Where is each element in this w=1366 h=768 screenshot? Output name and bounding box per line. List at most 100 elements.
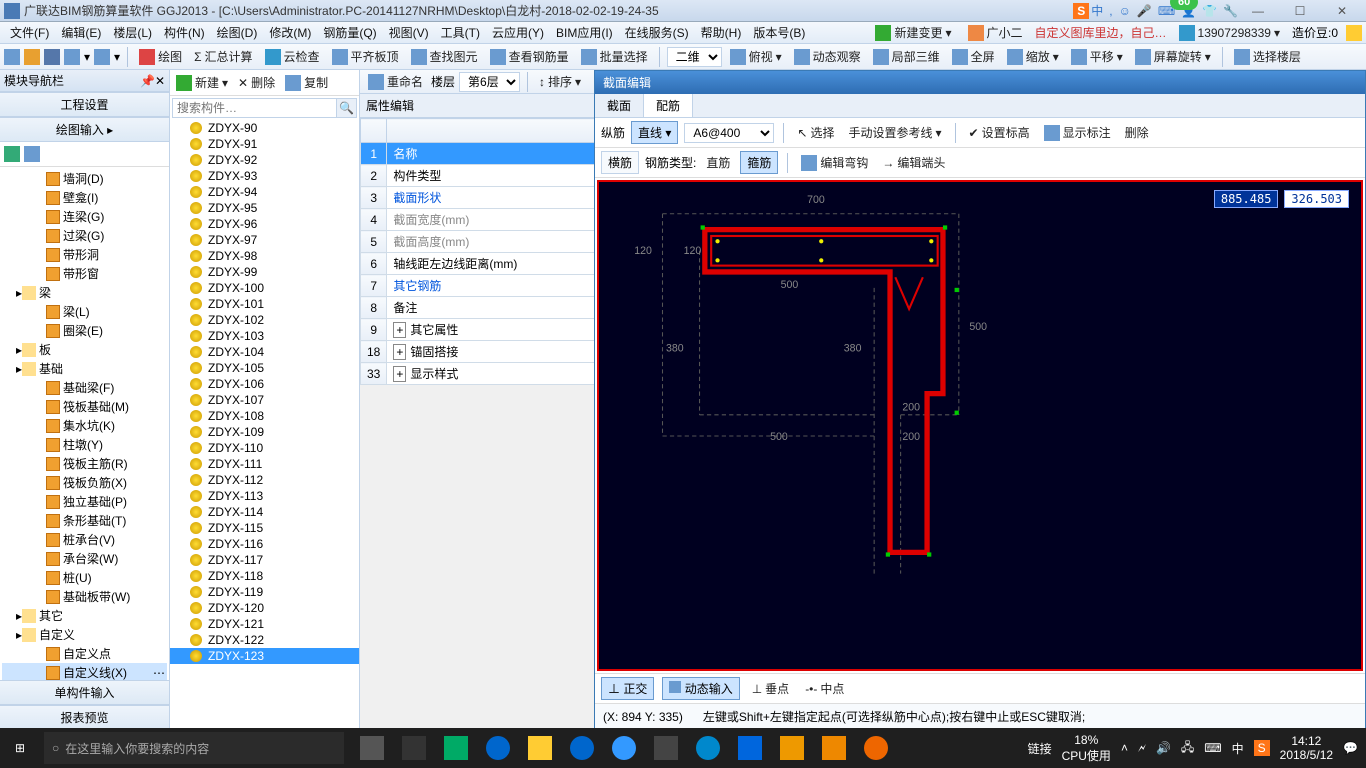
tree-item[interactable]: 独立基础(P) — [2, 492, 167, 511]
ime-icon[interactable]: 🔧 — [1223, 4, 1238, 18]
tool-plus-icon[interactable] — [4, 146, 20, 162]
list-item[interactable]: ZDYX-95 — [170, 200, 359, 216]
explorer-icon[interactable] — [520, 728, 560, 768]
edge2-icon[interactable] — [562, 728, 602, 768]
undo-dd[interactable]: ▾ — [84, 50, 90, 64]
nav-tree[interactable]: 墙洞(D)壁龛(I)连梁(G)过梁(G)带形洞带形窗▸梁梁(L)圈梁(E)▸板▸… — [0, 167, 169, 680]
tree-item[interactable]: ▸其它 — [2, 606, 167, 625]
maximize-button[interactable]: ☐ — [1280, 2, 1320, 20]
view-rebar-button[interactable]: 查看钢筋量 — [486, 46, 573, 67]
tree-item[interactable]: ▸板 — [2, 340, 167, 359]
list-item[interactable]: ZDYX-103 — [170, 328, 359, 344]
menu-file[interactable]: 文件(F) — [4, 22, 55, 43]
local-3d-button[interactable]: 局部三维 — [869, 46, 944, 67]
zoom-button[interactable]: 缩放 ▾ — [1003, 46, 1063, 67]
manual-ref-button[interactable]: 手动设置参考线 ▾ — [844, 122, 945, 143]
menu-view[interactable]: 视图(V) — [383, 22, 435, 43]
list-item[interactable]: ZDYX-108 — [170, 408, 359, 424]
top-view-button[interactable]: 俯视 ▾ — [726, 46, 786, 67]
list-item[interactable]: ZDYX-113 — [170, 488, 359, 504]
tree-item[interactable]: 筏板负筋(X) — [2, 473, 167, 492]
pin-icon[interactable]: 📌 — [140, 74, 155, 88]
item-list[interactable]: ZDYX-90ZDYX-91ZDYX-92ZDYX-93ZDYX-94ZDYX-… — [170, 120, 359, 730]
dyn-input-button[interactable]: 动态输入 — [662, 677, 739, 700]
app-icon[interactable] — [856, 728, 896, 768]
sort-button[interactable]: ↕ 排序 ▾ — [535, 71, 585, 92]
tree-item[interactable]: 基础梁(F) — [2, 378, 167, 397]
user-button[interactable]: 广小二 — [964, 22, 1027, 43]
del-item-button[interactable]: ✕ 删除 — [234, 72, 279, 93]
cloud-check-button[interactable]: 云检查 — [261, 46, 324, 67]
close-panel-icon[interactable]: ✕ — [155, 74, 165, 88]
list-item[interactable]: ZDYX-107 — [170, 392, 359, 408]
list-item[interactable]: ZDYX-96 — [170, 216, 359, 232]
tray-vol-icon[interactable]: 🔊 — [1156, 741, 1171, 755]
notif-icon[interactable]: 💬 — [1343, 741, 1358, 755]
new-change-button[interactable]: 新建变更 ▾ — [871, 22, 955, 43]
list-item[interactable]: ZDYX-92 — [170, 152, 359, 168]
list-item[interactable]: ZDYX-99 — [170, 264, 359, 280]
open-icon[interactable] — [24, 49, 40, 65]
search-input[interactable] — [172, 98, 337, 118]
list-item[interactable]: ZDYX-90 — [170, 120, 359, 136]
clock[interactable]: 14:122018/5/12 — [1280, 734, 1333, 762]
undo-icon[interactable] — [64, 49, 80, 65]
ime-icon[interactable]: 🎤 — [1137, 4, 1152, 18]
stirrup-button[interactable]: 箍筋 — [740, 151, 778, 174]
ime-icons[interactable]: 中 , ☺ 🎤 ⌨ 👤 👕 🔧 — [1091, 2, 1238, 19]
select-floor-button[interactable]: 选择楼层 — [1230, 46, 1305, 67]
tab-section[interactable]: 截面 — [595, 94, 644, 117]
nav-sec-draw[interactable]: 绘图输入 ▸ — [0, 117, 169, 142]
show-anno-button[interactable]: 显示标注 — [1040, 122, 1115, 143]
list-item[interactable]: ZDYX-112 — [170, 472, 359, 488]
cpu-meter[interactable]: 18%CPU使用 — [1062, 733, 1111, 764]
menu-help[interactable]: 帮助(H) — [695, 22, 748, 43]
list-item[interactable]: ZDYX-100 — [170, 280, 359, 296]
rotate-button[interactable]: 屏幕旋转 ▾ — [1131, 46, 1215, 67]
tray-lang[interactable]: 中 — [1232, 740, 1244, 757]
tray-up-icon[interactable]: ˄ — [1121, 741, 1128, 755]
line-button[interactable]: 直线 ▾ — [631, 121, 678, 144]
trans-button[interactable]: 横筋 — [601, 151, 639, 174]
tree-item[interactable]: 过梁(G) — [2, 226, 167, 245]
tree-item[interactable]: ▸自定义 — [2, 625, 167, 644]
tree-item[interactable]: 圈梁(E) — [2, 321, 167, 340]
tray-net-icon[interactable]: 🖧 — [1181, 738, 1194, 759]
store-icon[interactable] — [646, 728, 686, 768]
draw-button[interactable]: 绘图 — [135, 46, 186, 67]
menu-floor[interactable]: 楼层(L) — [107, 22, 158, 43]
mid-button[interactable]: -•- 中点 — [801, 678, 848, 699]
rename-button[interactable]: 重命名 — [364, 71, 427, 92]
ie-icon[interactable] — [604, 728, 644, 768]
set-elev-button[interactable]: ✔ 设置标高 — [965, 122, 1034, 143]
tree-item[interactable]: 带形洞 — [2, 245, 167, 264]
save-icon[interactable] — [44, 49, 60, 65]
tree-item[interactable]: 壁龛(I) — [2, 188, 167, 207]
menu-cloud[interactable]: 云应用(Y) — [486, 22, 550, 43]
list-item[interactable]: ZDYX-105 — [170, 360, 359, 376]
list-item[interactable]: ZDYX-116 — [170, 536, 359, 552]
menu-rebar[interactable]: 钢筋量(Q) — [317, 22, 382, 43]
list-item[interactable]: ZDYX-117 — [170, 552, 359, 568]
tree-item[interactable]: 带形窗 — [2, 264, 167, 283]
edit-hook-button[interactable]: 编辑弯钩 — [797, 152, 872, 173]
pan-button[interactable]: 平移 ▾ — [1067, 46, 1127, 67]
taskbar-search[interactable]: ○ 在这里输入你要搜索的内容 — [44, 732, 344, 764]
list-item[interactable]: ZDYX-118 — [170, 568, 359, 584]
list-item[interactable]: ZDYX-98 — [170, 248, 359, 264]
section-canvas[interactable]: 885.485 326.503 — [597, 180, 1363, 671]
flat-top-button[interactable]: 平齐板顶 — [328, 46, 403, 67]
tray-battery-icon[interactable]: 🗲 — [1138, 741, 1146, 756]
tree-item[interactable]: 梁(L) — [2, 302, 167, 321]
list-item[interactable]: ZDYX-91 — [170, 136, 359, 152]
select-button[interactable]: ↖ 选择 — [793, 122, 838, 143]
nav-sec-single[interactable]: 单构件输入 — [0, 680, 169, 705]
list-item[interactable]: ZDYX-106 — [170, 376, 359, 392]
tree-item[interactable]: 条形基础(T) — [2, 511, 167, 530]
new-icon[interactable] — [4, 49, 20, 65]
nav-sec-report[interactable]: 报表预览 — [0, 705, 169, 730]
tool-line-icon[interactable] — [24, 146, 40, 162]
ortho-button[interactable]: ⊥ 正交 — [601, 677, 654, 700]
tree-item[interactable]: 柱墩(Y) — [2, 435, 167, 454]
list-item[interactable]: ZDYX-119 — [170, 584, 359, 600]
